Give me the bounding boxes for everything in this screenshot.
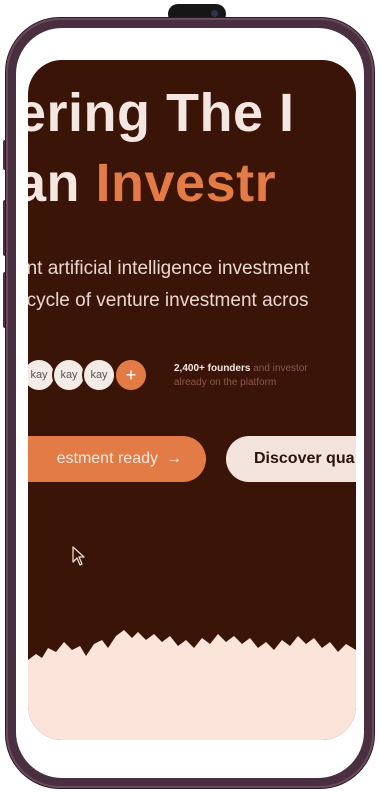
mouse-pointer-icon [72,546,85,566]
avatar: kay [52,358,86,392]
mountain-silhouette [28,630,356,740]
primary-button-label: estment ready [56,450,158,467]
founders-strong: 2,400+ founders [174,363,251,374]
founders-count-text: 2,400+ founders and investor already on … [174,362,308,390]
hero-subtitle-line2: ecycle of venture investment acros [28,290,309,311]
front-camera-icon [211,10,218,17]
hero-headline-accent: Investr [95,153,277,213]
founders-line2: already on the platform [174,377,277,388]
plus-icon: + [114,358,148,392]
hero-headline-prefix: an [28,153,81,213]
arrow-right-icon: → [166,450,182,467]
secondary-button-label: Discover qua [254,450,355,467]
founders-rest: and investor [250,363,308,374]
hero-subtitle-line1: ent artificial intelligence investment [28,258,310,279]
hero-headline-line2: an Investr [28,156,276,210]
hero-headline-line1: ering The I [28,83,295,143]
founders-line1: 2,400+ founders and investor [174,362,308,376]
get-investment-ready-button[interactable]: estment ready → [28,436,206,482]
avatar: kay [82,358,116,392]
discover-button[interactable]: Discover qua [226,436,356,482]
hero-screen: ering The I an Investr ent artificial in… [28,60,356,740]
device-mockup: ering The I an Investr ent artificial in… [0,0,380,792]
